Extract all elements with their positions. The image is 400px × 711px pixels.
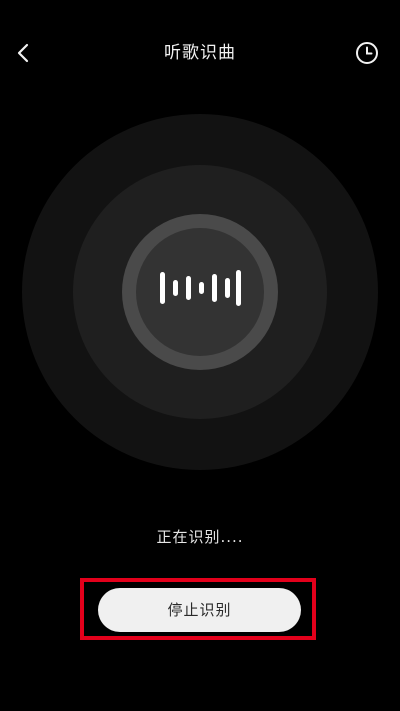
recognition-status: 正在识别.... — [156, 528, 244, 546]
stop-recognition-button[interactable]: 停止识别 — [98, 588, 301, 632]
audio-wave-icon — [160, 270, 241, 306]
